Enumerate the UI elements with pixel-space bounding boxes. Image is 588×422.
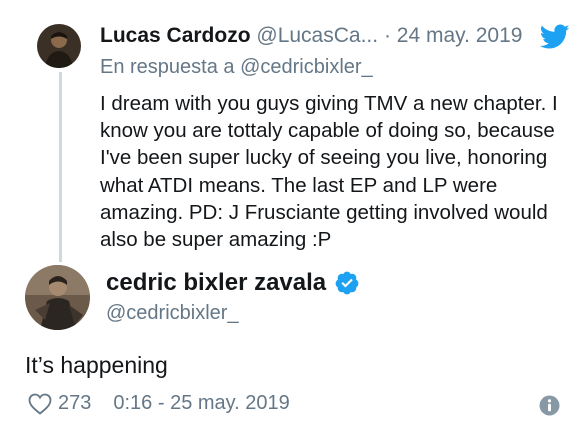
thread-line [59, 72, 62, 262]
reply-dot-separator: · [383, 24, 391, 47]
reply-author-name[interactable]: Lucas Cardozo [100, 24, 251, 47]
main-author-name-row: cedric bixler zavala [106, 269, 360, 297]
twitter-bird-icon[interactable] [539, 24, 570, 50]
reply-tweet-text: I dream with you guys giving TMV a new c… [100, 92, 558, 252]
reply-header: Lucas Cardozo @LucasCa... · 24 may. 2019 [100, 24, 570, 52]
reply-avatar[interactable] [37, 24, 81, 68]
heart-icon[interactable] [28, 393, 52, 415]
verified-badge-icon [334, 270, 360, 296]
tweet-timestamp[interactable]: 0:16 - 25 may. 2019 [113, 392, 289, 415]
reply-date[interactable]: 24 may. 2019 [397, 24, 523, 47]
in-reply-to-handle[interactable]: @cedricbixler_ [240, 56, 373, 78]
main-tweet-text: It’s happening [25, 352, 168, 378]
tweet-meta: 273 0:16 - 25 may. 2019 [28, 392, 290, 415]
in-reply-to-prefix: En respuesta a [100, 56, 235, 78]
in-reply-to: En respuesta a @cedricbixler_ [100, 56, 373, 79]
reply-author-handle[interactable]: @LucasCa... [256, 24, 378, 47]
info-icon[interactable] [539, 395, 560, 416]
like-count[interactable]: 273 [58, 392, 91, 415]
main-avatar[interactable] [25, 265, 90, 330]
main-author-name[interactable]: cedric bixler zavala [106, 269, 326, 297]
main-author-handle[interactable]: @cedricbixler_ [106, 302, 239, 325]
